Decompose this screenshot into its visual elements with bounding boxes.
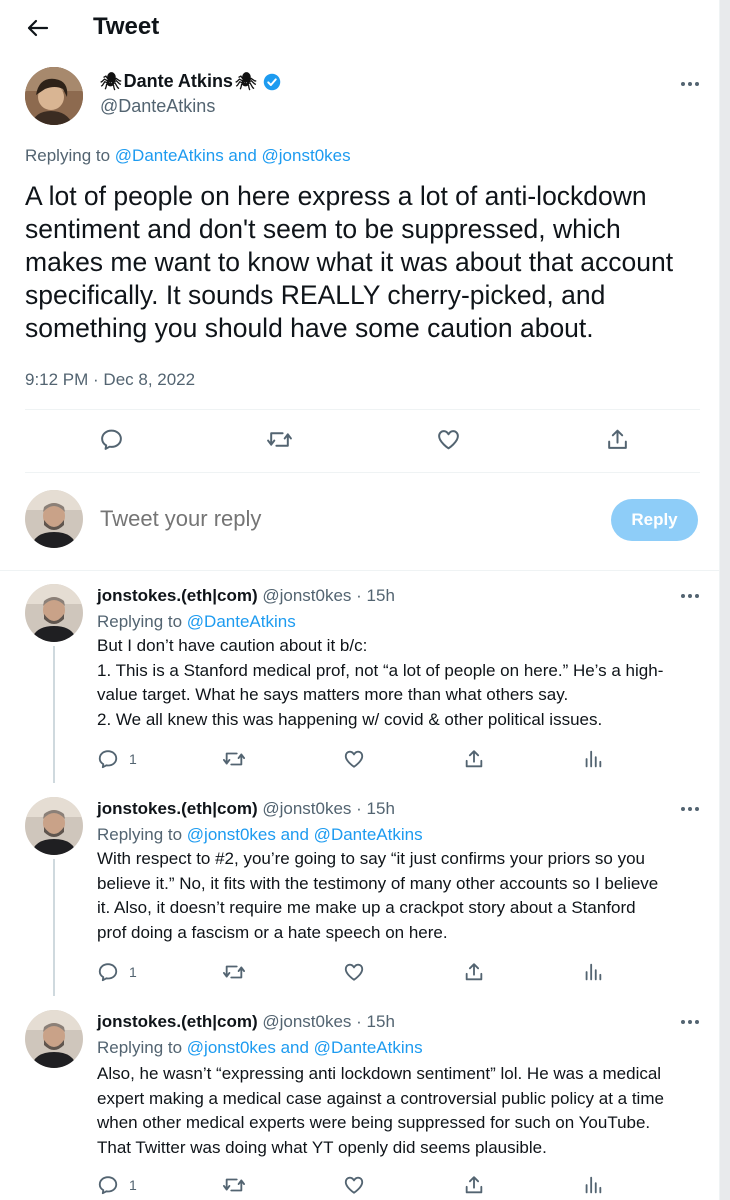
replying-to-link[interactable]: @jonst0kes and @DanteAtkins <box>187 825 423 844</box>
reply-icon[interactable]: 1 <box>97 961 137 983</box>
analytics-icon[interactable] <box>582 1174 604 1196</box>
analytics-icon[interactable] <box>582 748 604 770</box>
verified-badge-icon <box>263 73 280 90</box>
reply-text: But I don’t have caution about it b/c: 1… <box>97 634 707 732</box>
page-header: Tweet <box>0 0 720 56</box>
reply-text-line: believe it.” No, it fits with the testim… <box>97 873 659 893</box>
retweet-icon[interactable] <box>222 1174 246 1196</box>
author-avatar[interactable] <box>25 67 83 125</box>
back-arrow-icon[interactable] <box>24 16 52 40</box>
reply-count: 1 <box>129 964 137 980</box>
replying-prefix: Replying to <box>97 825 183 844</box>
replying-prefix: Replying to <box>25 146 111 165</box>
share-icon[interactable] <box>463 961 485 983</box>
reply-text-line: Also, he wasn’t “expressing anti lockdow… <box>97 1064 662 1083</box>
share-icon[interactable] <box>605 427 630 452</box>
like-icon[interactable] <box>343 1174 365 1196</box>
reply-icon[interactable]: 1 <box>97 748 137 770</box>
replying-to-link[interactable]: @DanteAtkins <box>187 612 296 631</box>
reply-button[interactable]: Reply <box>611 499 698 541</box>
reply-text-line: when other medical experts were being su… <box>97 1113 651 1132</box>
reply-replying-to: Replying to @jonst0kes and @DanteAtkins <box>97 1038 423 1058</box>
reply-text: Also, he wasn’t “expressing anti lockdow… <box>97 1062 707 1160</box>
replying-prefix: Replying to <box>97 612 183 631</box>
reply-text-line: expert making a medical case against a c… <box>97 1088 664 1108</box>
divider <box>25 409 700 410</box>
reply-icon[interactable] <box>99 427 124 452</box>
more-icon[interactable] <box>678 586 702 606</box>
reply-avatar[interactable] <box>25 584 83 642</box>
reply-text-line: prof doing a fascism or a hate speech on… <box>97 922 448 942</box>
spider-icon: 🕷 <box>234 71 257 91</box>
reply-text: With respect to #2, you’re going to say … <box>97 847 707 945</box>
page-title: Tweet <box>93 13 160 40</box>
reply-count: 1 <box>129 1177 137 1193</box>
reply-replying-to: Replying to @jonst0kes and @DanteAtkins <box>97 825 423 845</box>
reply-avatar[interactable] <box>25 1010 83 1068</box>
replying-prefix: Replying to <box>97 1038 183 1057</box>
reply-text-line: 1. This is a Stanford medical prof, not … <box>97 660 664 680</box>
tweet-timestamp[interactable]: 9:12 PM · Dec 8, 2022 <box>25 370 195 390</box>
reply-replying-to: Replying to @DanteAtkins <box>97 612 296 632</box>
reply-text-line: With respect to #2, you’re going to say … <box>97 849 646 868</box>
reply-header: jonstokes.(eth|com) @jonst0kes · 15h <box>97 586 395 606</box>
share-icon[interactable] <box>463 748 485 770</box>
reply-icon[interactable]: 1 <box>97 1174 137 1196</box>
reply-tweet: jonstokes.(eth|com) @jonst0kes · 15h Rep… <box>0 783 720 996</box>
author-name-text: Dante Atkins <box>123 71 233 91</box>
reply-actions: 1 <box>0 961 720 985</box>
reply-count: 1 <box>129 751 137 767</box>
retweet-icon[interactable] <box>222 748 246 770</box>
author-name[interactable]: 🕷 Dante Atkins 🕷 <box>100 71 281 92</box>
replying-to: Replying to @DanteAtkins and @jonst0kes <box>25 146 351 166</box>
reply-author-name[interactable]: jonstokes.(eth|com) <box>97 1012 258 1031</box>
tweet-actions <box>0 425 720 455</box>
retweet-icon[interactable] <box>222 961 246 983</box>
reply-author-name[interactable]: jonstokes.(eth|com) <box>97 586 258 605</box>
like-icon[interactable] <box>343 748 365 770</box>
scroll-gutter <box>720 0 730 1200</box>
reply-meta: @jonst0kes · 15h <box>262 799 395 818</box>
reply-tweet: jonstokes.(eth|com) @jonst0kes · 15h Rep… <box>0 996 720 1200</box>
replying-to-link[interactable]: @DanteAtkins and @jonst0kes <box>115 146 351 165</box>
like-icon[interactable] <box>343 961 365 983</box>
reply-author-name[interactable]: jonstokes.(eth|com) <box>97 799 258 818</box>
reply-actions: 1 <box>0 748 720 772</box>
tweet-text: A lot of people on here express a lot of… <box>25 181 674 343</box>
like-icon[interactable] <box>436 427 461 452</box>
reply-text-line: That Twitter was doing what YT openly di… <box>97 1137 547 1157</box>
reply-meta: @jonst0kes · 15h <box>262 586 395 605</box>
reply-tweet: jonstokes.(eth|com) @jonst0kes · 15h Rep… <box>0 570 720 783</box>
reply-text-line: value target. What he says matters more … <box>97 685 569 704</box>
analytics-icon[interactable] <box>582 961 604 983</box>
reply-header: jonstokes.(eth|com) @jonst0kes · 15h <box>97 1012 395 1032</box>
more-icon[interactable] <box>678 1012 702 1032</box>
retweet-icon[interactable] <box>266 427 293 452</box>
reply-avatar[interactable] <box>25 797 83 855</box>
more-icon[interactable] <box>678 74 702 94</box>
spider-icon: 🕷 <box>100 71 122 91</box>
replying-to-link[interactable]: @jonst0kes and @DanteAtkins <box>187 1038 423 1057</box>
reply-header: jonstokes.(eth|com) @jonst0kes · 15h <box>97 799 395 819</box>
reply-text-line: But I don’t have caution about it b/c: <box>97 636 368 655</box>
author-handle[interactable]: @DanteAtkins <box>100 96 215 117</box>
compose-reply-input[interactable] <box>100 506 520 532</box>
reply-actions: 1 <box>0 1174 720 1198</box>
reply-meta: @jonst0kes · 15h <box>262 1012 395 1031</box>
share-icon[interactable] <box>463 1174 485 1196</box>
reply-text-line: 2. We all knew this was happening w/ cov… <box>97 709 603 729</box>
more-icon[interactable] <box>678 799 702 819</box>
compose-avatar[interactable] <box>25 490 83 548</box>
divider <box>25 472 700 473</box>
tweet-page: Tweet 🕷 Dante Atkins 🕷 @DanteAtkins Repl… <box>0 0 720 1200</box>
reply-text-line: it. Also, it doesn’t require me make up … <box>97 898 636 917</box>
